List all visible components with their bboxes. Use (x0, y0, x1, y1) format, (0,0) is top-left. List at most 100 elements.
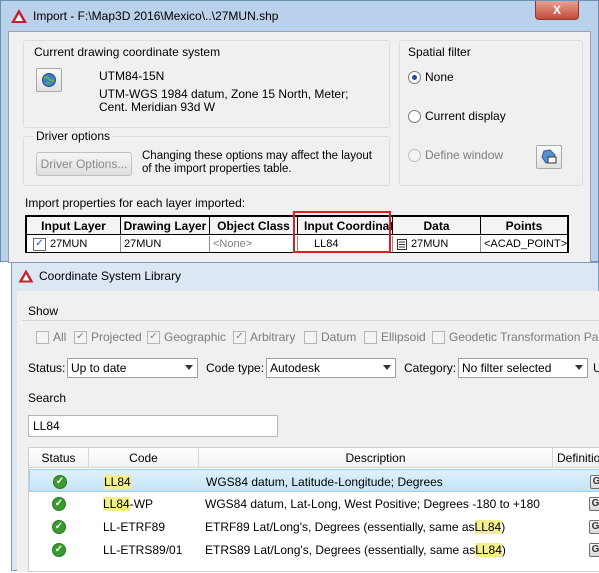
layer-checkbox[interactable]: ✓ (33, 237, 46, 251)
col-code[interactable]: Code (89, 448, 199, 468)
col-data[interactable]: Data (393, 217, 481, 235)
category-value: No filter selected (462, 361, 552, 375)
status-ok-icon: ✓ (52, 519, 66, 534)
grid-row[interactable]: ✓ LL84 WGS84 datum, Latitude-Longitude; De… (29, 469, 599, 492)
chk-arbitrary-box[interactable]: ✓ (233, 330, 246, 344)
code-text: LL-ETRS89/01 (103, 542, 183, 557)
grid-header: Status Code Description Definition t (29, 448, 599, 468)
col-definition-type[interactable]: Definition t (553, 448, 599, 468)
cell-data[interactable]: 27MUN (393, 236, 481, 252)
chevron-down-icon (185, 365, 193, 370)
code-match-highlight: LL84 (104, 474, 131, 489)
geographic-definition-icon: G (589, 542, 599, 557)
driver-options-note: Changing these options may affect the la… (142, 150, 372, 175)
grid-row[interactable]: ✓ LL-ETRS89/01 ETRS89 Lat/Long's, Degrees … (29, 538, 599, 561)
search-input[interactable]: LL84 (28, 415, 278, 437)
chk-arbitrary[interactable]: ✓ Arbitrary (233, 330, 295, 344)
status-cell: ✓ (29, 515, 89, 538)
close-button[interactable]: X (535, 1, 579, 20)
import-title-bar[interactable]: Import - F:\Map3D 2016\Mexico\..\27MUN.s… (1, 1, 598, 31)
code-cell[interactable]: LL-ETRF89 (103, 515, 199, 538)
description-match-highlight: LL84 (475, 542, 502, 557)
chk-geographic-box[interactable]: ✓ (147, 330, 160, 344)
code-cell[interactable]: LL84 -WP (103, 492, 199, 515)
current-cs-code: UTM84-15N (99, 69, 165, 83)
definition-type-cell: G (589, 515, 599, 538)
status-cell: ✓ (29, 538, 89, 561)
cell-input-layer[interactable]: ✓ 27MUN (27, 236, 121, 252)
define-window-button[interactable] (536, 145, 562, 169)
driver-options-label: Driver options (34, 129, 113, 143)
radio-none[interactable]: None (408, 70, 454, 84)
code-cell[interactable]: LL84 (104, 470, 200, 493)
autocad-logo-icon (11, 9, 27, 23)
map-window-icon (541, 149, 557, 164)
radio-current-display-indicator[interactable] (408, 109, 421, 123)
spatial-filter-label: Spatial filter (408, 45, 471, 59)
chk-datum-box[interactable] (304, 330, 317, 344)
description-cell[interactable]: ETRS89 Lat/Long's, Degrees (essentially,… (205, 538, 553, 561)
current-cs-group: Current drawing coordinate system UTM84-… (23, 40, 390, 128)
description-cell[interactable]: ETRF89 Lat/Long's, Degrees (essentially,… (205, 515, 553, 538)
col-status[interactable]: Status (29, 448, 89, 468)
description-cell[interactable]: WGS84 datum, Latitude-Longitude; Degrees (206, 470, 554, 493)
radio-define-window: Define window (408, 148, 503, 162)
category-select[interactable]: No filter selected (458, 358, 588, 378)
status-cell: ✓ (29, 492, 89, 515)
chk-all-box[interactable] (36, 330, 49, 344)
autocad-logo-icon (18, 269, 34, 283)
grid-row[interactable]: ✓ LL-ETRF89 ETRF89 Lat/Long's, Degrees (es… (29, 515, 599, 538)
chk-ellipsoid-box[interactable] (364, 330, 377, 344)
chk-geographic[interactable]: ✓ Geographic (147, 330, 226, 344)
driver-options-button[interactable]: Driver Options... (36, 152, 132, 176)
chk-projected-box[interactable]: ✓ (74, 330, 87, 344)
chk-geodetic-label: Geodetic Transformation Pat (449, 330, 599, 344)
chk-projected-label: Projected (91, 330, 142, 344)
code-type-select[interactable]: Autodesk (266, 358, 396, 378)
description-text: ETRS89 Lat/Long's, Degrees (essentially,… (205, 542, 476, 557)
category-label: Category: (404, 361, 457, 375)
globe-icon (42, 73, 56, 87)
chk-geodetic-transformation[interactable]: Geodetic Transformation Pat (432, 330, 599, 344)
code-cell[interactable]: LL-ETRS89/01 (103, 538, 199, 561)
col-drawing-layer[interactable]: Drawing Layer (121, 217, 210, 235)
chk-all-label: All (53, 330, 67, 344)
import-content: Current drawing coordinate system UTM84-… (8, 31, 591, 263)
csl-title-bar[interactable]: Coordinate System Library (12, 263, 598, 289)
col-object-class[interactable]: Object Class (210, 217, 298, 235)
radio-current-display[interactable]: Current display (408, 109, 506, 123)
description-cell[interactable]: WGS84 datum, Lat-Long, West Positive; De… (205, 492, 553, 515)
driver-options-group: Driver options Driver Options... Changin… (23, 129, 390, 186)
csl-title: Coordinate System Library (39, 269, 182, 283)
code-type-label: Code type: (206, 361, 265, 375)
chk-ellipsoid[interactable]: Ellipsoid (364, 330, 426, 344)
grid-rows: ✓ LL84 WGS84 datum, Latitude-Longitude; De… (29, 469, 599, 573)
chk-datum[interactable]: Datum (304, 330, 356, 344)
grid-row[interactable]: ✓ LL84 -WP WGS84 datum, Lat-Long, West Posi… (29, 492, 599, 515)
col-points[interactable]: Points (481, 217, 567, 235)
search-label: Search (28, 391, 67, 405)
chk-datum-label: Datum (321, 330, 357, 344)
cell-object-class[interactable]: <None> (210, 236, 298, 252)
status-ok-icon: ✓ (52, 542, 66, 557)
geographic-definition-icon: G (589, 519, 599, 534)
csl-content: Show All ✓ Projected ✓ Geographic ✓ Arbi… (17, 291, 599, 572)
show-label: Show (28, 304, 59, 318)
truncated-filter-label: U (593, 361, 599, 375)
globe-button[interactable] (36, 68, 62, 92)
status-filter-select[interactable]: Up to date (67, 358, 198, 378)
import-dialog: Import - F:\Map3D 2016\Mexico\..\27MUN.s… (0, 0, 599, 263)
status-filter-value: Up to date (71, 361, 127, 375)
input-coordinate-highlight (293, 211, 391, 253)
coordinate-system-grid: Status Code Description Definition t ✓ LL… (28, 447, 599, 572)
chevron-down-icon (575, 365, 583, 370)
cell-drawing-layer[interactable]: 27MUN (121, 236, 210, 252)
chk-all[interactable]: All (36, 330, 66, 344)
radio-none-indicator[interactable] (408, 70, 421, 84)
cell-points[interactable]: <ACAD_POINT> (481, 236, 567, 252)
description-text-end: ) (501, 542, 506, 557)
col-input-layer[interactable]: Input Layer (27, 217, 121, 235)
chk-geodetic-box[interactable] (432, 330, 445, 344)
col-description[interactable]: Description (199, 448, 553, 468)
chk-projected[interactable]: ✓ Projected (74, 330, 142, 344)
